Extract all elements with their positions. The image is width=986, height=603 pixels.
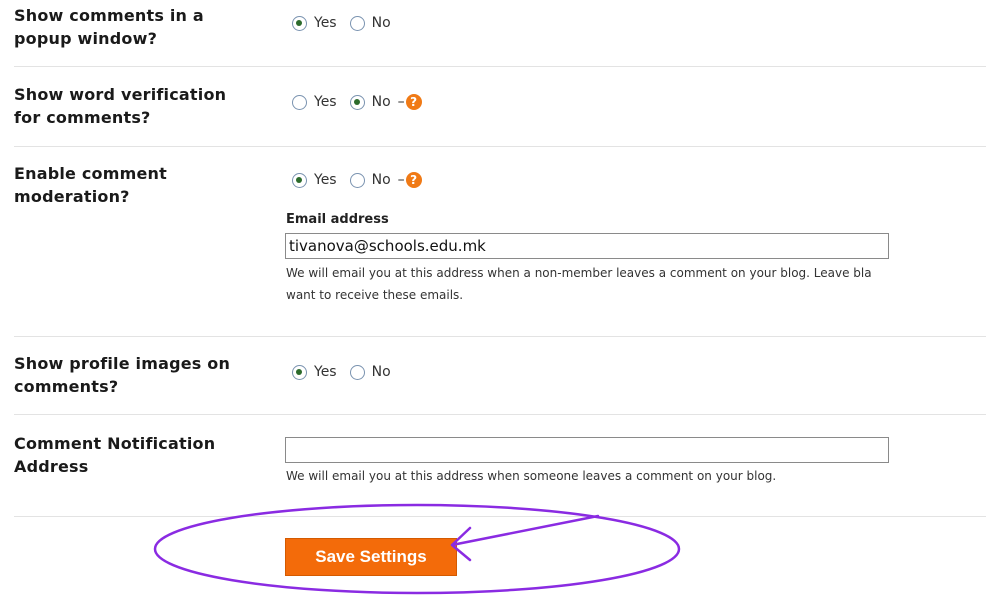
profile-images-yes-label[interactable]: Yes <box>314 364 337 380</box>
profile-images-yes-radio[interactable] <box>292 364 307 380</box>
profile-images-no-radio[interactable] <box>349 364 365 380</box>
word-verification-yes-radio[interactable] <box>292 94 307 110</box>
notification-address-setting-label: Comment Notification Address <box>14 432 215 478</box>
moderation-yes-label[interactable]: Yes <box>314 172 337 188</box>
save-settings-button[interactable]: Save Settings <box>285 538 457 576</box>
help-dash: – <box>397 94 405 110</box>
popup-no-radio[interactable] <box>349 15 365 31</box>
word-verification-radio-group: Yes No – ? <box>292 92 422 112</box>
notification-help-text: We will email you at this address when s… <box>286 469 777 483</box>
popup-setting-label: Show comments in a popup window? <box>14 4 204 50</box>
popup-yes-label[interactable]: Yes <box>314 15 337 31</box>
moderation-yes-radio[interactable] <box>292 172 307 188</box>
profile-images-setting-label: Show profile images on comments? <box>14 352 230 398</box>
moderation-radio-group: Yes No – ? <box>292 170 422 190</box>
popup-label-line1: Show comments in a <box>14 6 204 25</box>
word-verification-yes-label[interactable]: Yes <box>314 94 337 110</box>
moderation-setting-label: Enable comment moderation? <box>14 162 167 208</box>
divider <box>14 414 986 415</box>
word-verification-no-label[interactable]: No <box>372 94 391 110</box>
moderation-email-field[interactable] <box>285 233 889 259</box>
annotation-arrow-icon <box>450 514 600 562</box>
popup-label-line2: popup window? <box>14 29 158 48</box>
notification-label-line2: Address <box>14 457 89 476</box>
help-icon[interactable]: ? <box>405 94 422 110</box>
moderation-label-line2: moderation? <box>14 187 130 206</box>
email-address-label: Email address <box>286 212 389 227</box>
moderation-label-line1: Enable comment <box>14 164 167 183</box>
word-verification-no-radio[interactable] <box>349 94 365 110</box>
word-verification-label-line2: for comments? <box>14 108 151 127</box>
profile-images-label-line1: Show profile images on <box>14 354 231 373</box>
word-verification-label-line1: Show word verification <box>14 85 227 104</box>
moderation-help-text-line2: want to receive these emails. <box>286 288 464 302</box>
moderation-no-label[interactable]: No <box>372 172 391 188</box>
moderation-help-text: We will email you at this address when a… <box>286 262 872 306</box>
profile-images-no-label[interactable]: No <box>372 364 391 380</box>
word-verification-setting-label: Show word verification for comments? <box>14 83 226 129</box>
divider <box>14 336 986 337</box>
divider <box>14 146 986 147</box>
profile-images-radio-group: Yes No <box>292 362 404 382</box>
help-icon[interactable]: ? <box>405 172 422 188</box>
popup-yes-radio[interactable] <box>292 15 307 31</box>
moderation-no-radio[interactable] <box>349 172 365 188</box>
popup-radio-group: Yes No <box>292 13 404 33</box>
notification-address-field[interactable] <box>285 437 889 463</box>
profile-images-label-line2: comments? <box>14 377 119 396</box>
divider <box>14 516 986 517</box>
notification-label-line1: Comment Notification <box>14 434 216 453</box>
popup-no-label[interactable]: No <box>372 15 391 31</box>
moderation-help-text-line1: We will email you at this address when a… <box>286 266 872 280</box>
divider <box>14 66 986 67</box>
help-dash: – <box>397 172 405 188</box>
